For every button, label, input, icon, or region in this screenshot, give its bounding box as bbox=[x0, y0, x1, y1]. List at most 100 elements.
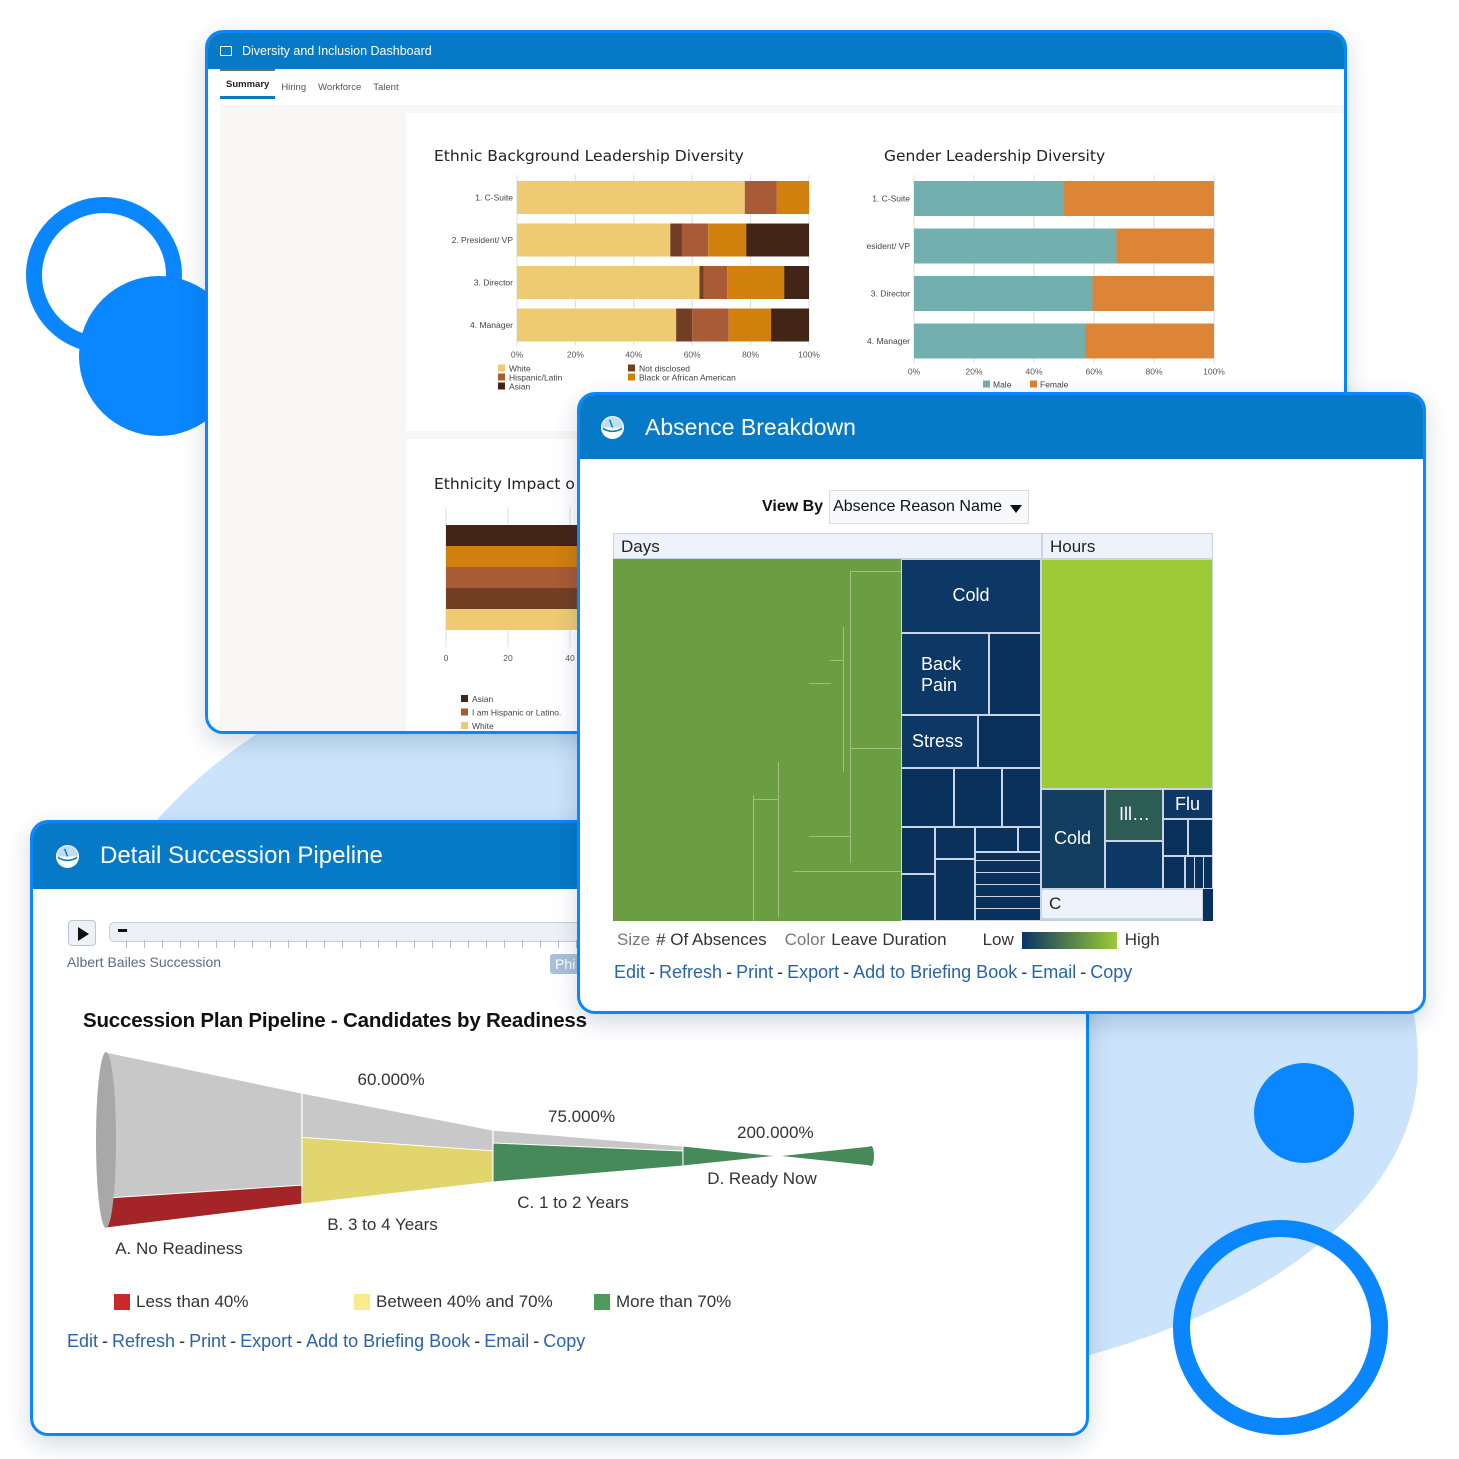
dashboard-titlebar: Diversity and Inclusion Dashboard bbox=[208, 33, 1344, 69]
treemap-tile[interactable] bbox=[901, 874, 935, 921]
chevron-down-icon bbox=[1010, 504, 1023, 513]
refresh-link[interactable]: Refresh bbox=[112, 1331, 175, 1351]
size-label: Size bbox=[617, 930, 651, 949]
treemap-tile-hours-cold[interactable]: Cold bbox=[1041, 789, 1105, 889]
bar-segment bbox=[728, 308, 772, 342]
slider-badge[interactable]: Phi bbox=[550, 954, 581, 974]
absence-treemap: Cold Back Pain Stress Cold Ill… Flu C bbox=[613, 559, 1213, 921]
tab-hiring[interactable]: Hiring bbox=[275, 82, 312, 99]
treemap-tile-ill[interactable]: Ill… bbox=[1105, 789, 1163, 841]
treemap-tile-cold[interactable]: Cold bbox=[901, 559, 1041, 633]
timeline-slider[interactable] bbox=[109, 922, 591, 942]
dashboard-title: Diversity and Inclusion Dashboard bbox=[242, 44, 432, 58]
gender-chart: 0% 20% 40% 60% 80% 100% 1. C-Suite 2. President… bbox=[866, 175, 1225, 390]
funnel-category-label: D. Ready Now bbox=[707, 1169, 817, 1188]
export-link[interactable]: Export bbox=[787, 962, 839, 982]
treemap-tile[interactable] bbox=[1163, 856, 1185, 889]
ethnic-chart: 0% 20% 40% 60% 80% 100% 1. C-Suite 2. President… bbox=[452, 175, 820, 392]
y-category-label: 4. Manager bbox=[867, 336, 910, 346]
charts-panel-top: Ethnic Background Leadership Diversity 0… bbox=[406, 113, 1344, 431]
treemap-tile[interactable] bbox=[1188, 819, 1213, 856]
treemap-group-hours[interactable]: Hours bbox=[1042, 533, 1213, 559]
treemap-tile[interactable] bbox=[901, 768, 954, 827]
legend-swatch bbox=[1030, 380, 1037, 388]
treemap-tile[interactable] bbox=[978, 715, 1041, 768]
print-link[interactable]: Print bbox=[736, 962, 773, 982]
legend-item: Between 40% and 70% bbox=[354, 1292, 553, 1312]
slider-label: Albert Bailes Succession bbox=[67, 954, 222, 970]
treemap-tile[interactable] bbox=[1163, 819, 1188, 856]
funnel-mouth bbox=[96, 1052, 116, 1228]
email-link[interactable]: Email bbox=[484, 1331, 529, 1351]
tab-workforce[interactable]: Workforce bbox=[312, 82, 367, 99]
legend-label: Female bbox=[1040, 380, 1069, 390]
play-button[interactable] bbox=[68, 920, 96, 946]
treemap-tile-cluster[interactable] bbox=[1185, 856, 1213, 889]
treemap-tile[interactable] bbox=[989, 633, 1041, 715]
export-link[interactable]: Export bbox=[240, 1331, 292, 1351]
legend-label: Asian bbox=[472, 694, 494, 704]
legend-swatch bbox=[498, 364, 505, 372]
view-by-select[interactable]: Absence Reason Name bbox=[829, 490, 1030, 524]
edit-link[interactable]: Edit bbox=[614, 962, 645, 982]
absence-title: Absence Breakdown bbox=[645, 413, 856, 440]
legend-label: Between 40% and 70% bbox=[376, 1292, 553, 1311]
x-tick-label: 60% bbox=[684, 350, 701, 360]
bar-segment bbox=[914, 228, 1117, 264]
legend-item: Less than 40% bbox=[114, 1292, 248, 1312]
treemap-group-days[interactable]: Days bbox=[613, 533, 1042, 559]
y-category-label: 1. C-Suite bbox=[872, 194, 910, 204]
bar-segment bbox=[784, 266, 809, 299]
x-tick-label: 20 bbox=[503, 653, 513, 663]
legend-swatch bbox=[498, 382, 505, 390]
funnel-chart: 16.667%A. No Readiness60.000%B. 3 to 4 Y… bbox=[96, 1051, 874, 1258]
treemap-tile[interactable] bbox=[935, 827, 975, 859]
treemap-tile[interactable] bbox=[1105, 841, 1163, 889]
x-tick-label: 0% bbox=[908, 367, 921, 377]
decor-dot bbox=[1254, 1063, 1354, 1163]
legend-swatch bbox=[594, 1294, 610, 1310]
tab-talent[interactable]: Talent bbox=[367, 82, 404, 99]
ethnicity-impact-chart: 0 20 40 Asian I am Hispanic or Latino. White bbox=[444, 507, 606, 731]
edit-link[interactable]: Edit bbox=[67, 1331, 98, 1351]
bar-segment bbox=[1085, 323, 1214, 359]
bar-segment bbox=[517, 308, 677, 342]
treemap-tile[interactable] bbox=[1002, 768, 1041, 827]
slider-thumb[interactable] bbox=[118, 929, 127, 932]
bar-segment bbox=[699, 266, 704, 299]
funnel-category-label: B. 3 to 4 Years bbox=[327, 1215, 438, 1234]
bar-segment bbox=[746, 223, 809, 257]
legend-swatch bbox=[461, 708, 468, 716]
legend-swatch bbox=[461, 722, 468, 729]
treemap-tile[interactable] bbox=[975, 827, 1018, 852]
treemap-tile[interactable] bbox=[954, 768, 1002, 827]
treemap-tooltip: C bbox=[1041, 889, 1203, 919]
bar-segment bbox=[517, 266, 700, 299]
treemap-tile[interactable] bbox=[935, 859, 975, 921]
high-label: High bbox=[1124, 930, 1160, 949]
add-to-briefing-book-link[interactable]: Add to Briefing Book bbox=[306, 1331, 470, 1351]
treemap-tile-stress[interactable]: Stress bbox=[901, 715, 978, 768]
legend-swatch bbox=[114, 1294, 130, 1310]
legend-label: Male bbox=[993, 380, 1012, 390]
treemap-tile[interactable] bbox=[1018, 827, 1041, 852]
treemap-tile[interactable] bbox=[613, 559, 901, 921]
treemap-tile[interactable] bbox=[901, 827, 935, 874]
legend-swatch bbox=[498, 373, 505, 381]
refresh-link[interactable]: Refresh bbox=[659, 962, 722, 982]
tab-summary[interactable]: Summary bbox=[220, 69, 276, 99]
treemap-tile-flu[interactable]: Flu bbox=[1163, 789, 1213, 819]
bar-segment bbox=[914, 323, 1085, 359]
add-to-briefing-book-link[interactable]: Add to Briefing Book bbox=[853, 962, 1017, 982]
email-link[interactable]: Email bbox=[1031, 962, 1076, 982]
dashboard-gauge-icon bbox=[600, 415, 625, 439]
decor-ring bbox=[1173, 1220, 1388, 1435]
treemap-tile-cluster[interactable] bbox=[975, 852, 1041, 921]
copy-link[interactable]: Copy bbox=[1090, 962, 1132, 982]
copy-link[interactable]: Copy bbox=[543, 1331, 585, 1351]
treemap-legend: Size # Of Absences Color Leave Duration … bbox=[617, 930, 1160, 950]
print-link[interactable]: Print bbox=[189, 1331, 226, 1351]
treemap-tile[interactable] bbox=[1041, 559, 1213, 789]
bar-segment bbox=[1116, 228, 1214, 264]
treemap-tile-back-pain[interactable]: Back Pain bbox=[901, 633, 989, 715]
